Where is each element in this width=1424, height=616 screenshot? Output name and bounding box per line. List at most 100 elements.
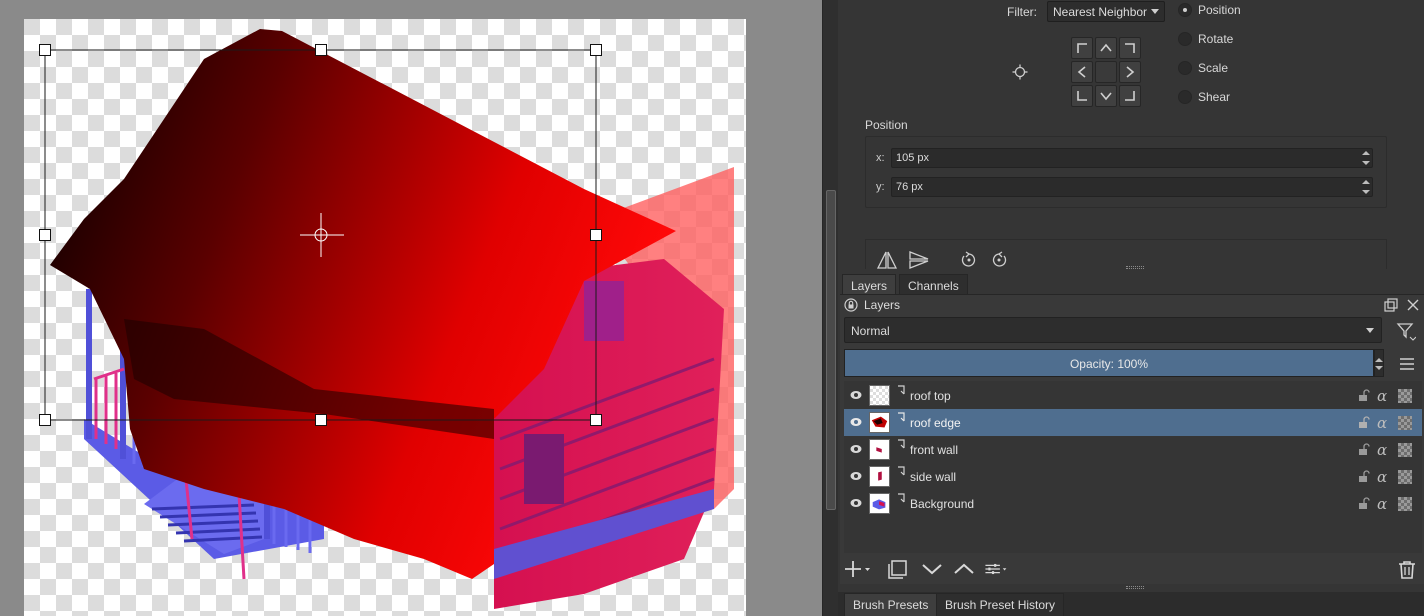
y-spinner-icon[interactable]	[1362, 180, 1370, 194]
transform-handle[interactable]	[39, 44, 51, 56]
anchor-top-button[interactable]	[1095, 37, 1117, 59]
tab-brush-preset-history[interactable]: Brush Preset History	[936, 593, 1065, 616]
paint-layer-icon	[898, 412, 905, 422]
y-position-field[interactable]: 76 px	[891, 177, 1373, 197]
layer-thumbnail	[869, 439, 890, 460]
delete-layer-icon[interactable]	[1394, 559, 1420, 579]
anchor-top-left-button[interactable]	[1071, 37, 1093, 59]
layer-row-background[interactable]: Background α	[844, 490, 1422, 517]
transform-handle[interactable]	[590, 229, 602, 241]
inherit-alpha-icon[interactable]	[1398, 497, 1412, 511]
bottom-docker-tabs: Brush Presets Brush Preset History	[838, 592, 1424, 616]
docker-splitter-handle[interactable]	[1126, 586, 1144, 589]
filter-dropdown[interactable]: Nearest Neighbor	[1047, 1, 1165, 22]
flip-horizontal-icon[interactable]	[876, 250, 898, 270]
alpha-lock-icon[interactable]: α	[1377, 414, 1387, 432]
inherit-alpha-icon[interactable]	[1398, 389, 1412, 403]
blend-mode-dropdown[interactable]: Normal	[844, 317, 1382, 343]
opacity-spinner[interactable]	[1374, 349, 1384, 377]
add-layer-icon[interactable]	[844, 559, 870, 579]
x-position-field[interactable]: 105 px	[891, 148, 1373, 168]
alpha-lock-icon[interactable]: α	[1377, 441, 1387, 459]
anchor-right-button[interactable]	[1119, 61, 1141, 83]
filter-label: Filter:	[1007, 5, 1037, 19]
alpha-lock-icon[interactable]: α	[1377, 468, 1387, 486]
opacity-spinner-icon	[1375, 358, 1383, 370]
tab-brush-presets[interactable]: Brush Presets	[844, 593, 938, 616]
inherit-alpha-icon[interactable]	[1398, 416, 1412, 430]
transform-handle[interactable]	[315, 44, 327, 56]
mode-scale-radio[interactable]	[1178, 61, 1192, 75]
anchor-center-button[interactable]	[1095, 61, 1117, 83]
transform-handle[interactable]	[590, 414, 602, 426]
anchor-left-button[interactable]	[1071, 61, 1093, 83]
layer-properties-icon[interactable]	[984, 559, 1010, 579]
scrollbar-thumb[interactable]	[826, 190, 836, 510]
flip-vertical-icon[interactable]	[908, 250, 930, 270]
tab-channels[interactable]: Channels	[899, 274, 968, 296]
tab-layers[interactable]: Layers	[842, 274, 897, 296]
visibility-eye-icon[interactable]	[850, 471, 862, 481]
mode-position-label: Position	[1198, 3, 1241, 17]
tab-channels-label: Channels	[908, 279, 959, 293]
anchor-bottom-button[interactable]	[1095, 85, 1117, 107]
chevron-left-icon	[1077, 66, 1086, 78]
layer-name: roof edge	[910, 416, 961, 430]
paint-layer-icon	[898, 493, 905, 503]
move-layer-up-icon[interactable]	[952, 559, 978, 579]
visibility-eye-icon[interactable]	[850, 417, 862, 427]
chevron-down-icon	[1366, 328, 1374, 333]
unlock-icon[interactable]	[1358, 470, 1370, 483]
move-layer-down-icon[interactable]	[920, 559, 946, 579]
visibility-eye-icon[interactable]	[850, 390, 862, 400]
layer-thumbnail	[869, 466, 890, 487]
transform-handle[interactable]	[39, 414, 51, 426]
duplicate-layer-icon[interactable]	[886, 559, 912, 579]
layer-row-roof-top[interactable]: roof top α	[844, 382, 1422, 409]
visibility-eye-icon[interactable]	[850, 444, 862, 454]
visibility-eye-icon[interactable]	[850, 498, 862, 508]
anchor-bottom-left-button[interactable]	[1071, 85, 1093, 107]
layer-name: side wall	[910, 470, 957, 484]
chevron-right-icon	[1126, 66, 1135, 78]
docker-splitter-handle[interactable]	[1126, 266, 1144, 269]
rotate-cw-icon[interactable]	[988, 250, 1010, 270]
paint-layer-icon	[898, 466, 905, 476]
layer-list: roof top α roof edge α front wall α side…	[844, 381, 1422, 553]
unlock-icon[interactable]	[1358, 416, 1370, 429]
inherit-alpha-icon[interactable]	[1398, 443, 1412, 457]
close-icon[interactable]	[1406, 298, 1420, 312]
layer-row-roof-edge[interactable]: roof edge α	[844, 409, 1422, 436]
rotate-ccw-icon[interactable]	[958, 250, 980, 270]
opacity-slider[interactable]: Opacity: 100%	[844, 349, 1374, 377]
unlock-icon[interactable]	[1358, 497, 1370, 510]
canvas-image[interactable]	[24, 19, 746, 616]
transform-handle[interactable]	[590, 44, 602, 56]
inherit-alpha-icon[interactable]	[1398, 470, 1412, 484]
mode-position-radio[interactable]	[1178, 3, 1192, 17]
layer-name: roof top	[910, 389, 951, 403]
transform-handle[interactable]	[315, 414, 327, 426]
mode-shear-radio[interactable]	[1178, 90, 1192, 104]
layer-row-side-wall[interactable]: side wall α	[844, 463, 1422, 490]
anchor-bottom-right-button[interactable]	[1119, 85, 1141, 107]
move-center-icon[interactable]	[1012, 64, 1028, 80]
alpha-lock-icon[interactable]: α	[1377, 495, 1387, 513]
alpha-lock-icon[interactable]: α	[1377, 387, 1387, 405]
float-docker-icon[interactable]	[1384, 298, 1398, 312]
y-label: y:	[876, 181, 885, 193]
lock-docker-icon[interactable]	[844, 298, 858, 312]
filter-icon[interactable]	[1396, 321, 1416, 341]
unlock-icon[interactable]	[1358, 389, 1370, 402]
x-spinner-icon[interactable]	[1362, 151, 1370, 165]
hamburger-menu-icon[interactable]	[1398, 355, 1416, 373]
canvas-area[interactable]	[0, 0, 822, 616]
unlock-icon[interactable]	[1358, 443, 1370, 456]
anchor-top-right-button[interactable]	[1119, 37, 1141, 59]
position-group: x: 105 px y: 76 px	[865, 136, 1387, 208]
chevron-down-icon	[1151, 9, 1159, 14]
transform-handle[interactable]	[39, 229, 51, 241]
mode-rotate-radio[interactable]	[1178, 32, 1192, 46]
layer-row-front-wall[interactable]: front wall α	[844, 436, 1422, 463]
vertical-scrollbar[interactable]	[822, 0, 838, 616]
